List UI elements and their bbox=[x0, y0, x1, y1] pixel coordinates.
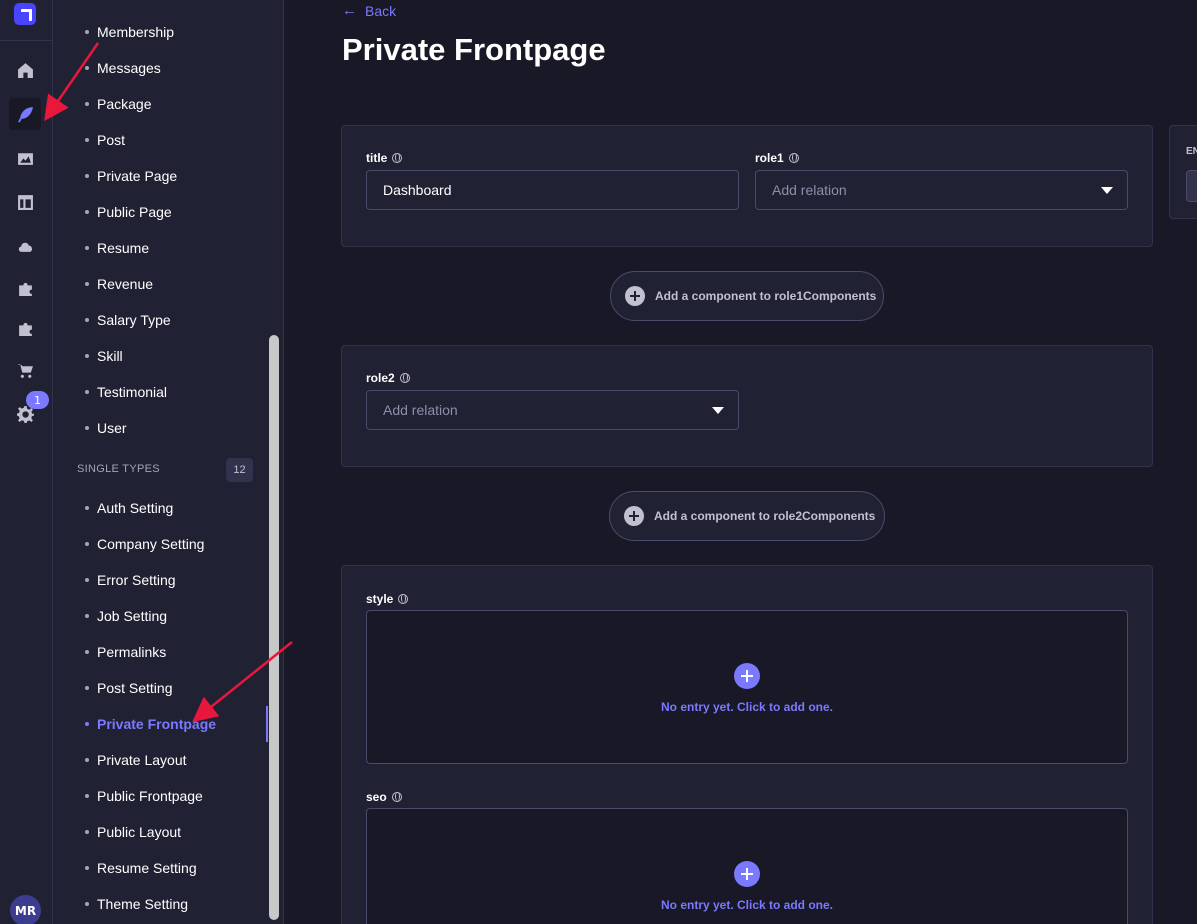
nav-item-resume-setting[interactable]: Resume Setting bbox=[85, 858, 197, 878]
nav-scrollbar[interactable] bbox=[269, 335, 279, 920]
content-type-nav: Membership Messages Package Post Private Pag… bbox=[53, 0, 284, 924]
arrow-left-icon: ← bbox=[342, 2, 357, 19]
locale-label: EN bbox=[1186, 146, 1197, 157]
add-entry-plus-icon[interactable] bbox=[734, 663, 760, 689]
nav-item-revenue[interactable]: Revenue bbox=[84, 274, 153, 294]
chevron-down-icon bbox=[1101, 187, 1113, 194]
nav-item-error-setting[interactable]: Error Setting bbox=[85, 570, 176, 590]
layout-builder-icon[interactable] bbox=[9, 186, 41, 218]
nav-item-company-setting[interactable]: Company Setting bbox=[84, 534, 204, 554]
home-icon[interactable] bbox=[9, 54, 41, 86]
seo-empty-component[interactable]: No entry yet. Click to add one. bbox=[366, 808, 1128, 924]
nav-item-theme-setting[interactable]: Theme Setting bbox=[84, 894, 188, 914]
globe-icon bbox=[399, 373, 410, 383]
style-empty-text: No entry yet. Click to add one. bbox=[660, 700, 834, 714]
nav-item-salary-type[interactable]: Salary Type bbox=[85, 310, 171, 330]
locale-select[interactable] bbox=[1186, 170, 1197, 202]
nav-item-package[interactable]: Package bbox=[84, 94, 151, 114]
globe-icon bbox=[788, 153, 799, 163]
main-nav-rail: 1 MR bbox=[0, 0, 53, 924]
role2-label-text: role2 bbox=[366, 371, 395, 385]
nav-item-resume[interactable]: Resume bbox=[84, 238, 149, 258]
nav-item-private-frontpage[interactable]: Private Frontpage bbox=[84, 714, 216, 734]
cart-icon[interactable] bbox=[9, 354, 41, 386]
nav-item-membership[interactable]: Membership bbox=[84, 22, 174, 42]
marketplace-puzzle-icon[interactable] bbox=[9, 312, 41, 344]
page-title: Private Frontpage bbox=[342, 32, 606, 67]
nav-item-post-setting[interactable]: Post Setting bbox=[85, 678, 173, 698]
style-empty-component[interactable]: No entry yet. Click to add one. bbox=[366, 610, 1128, 764]
nav-item-auth-setting[interactable]: Auth Setting bbox=[84, 498, 173, 518]
nav-item-private-page[interactable]: Private Page bbox=[84, 166, 177, 186]
add-role2-component-label: Add a component to role2Components bbox=[654, 509, 876, 523]
chevron-down-icon bbox=[712, 407, 724, 414]
rail-divider bbox=[0, 40, 53, 41]
role1-label-text: role1 bbox=[755, 151, 784, 165]
role1-field-label: role1 bbox=[755, 151, 799, 165]
nav-item-messages[interactable]: Messages bbox=[85, 58, 161, 78]
plugins-puzzle-icon[interactable] bbox=[9, 272, 41, 304]
globe-icon bbox=[398, 594, 409, 604]
add-entry-plus-icon[interactable] bbox=[734, 861, 760, 887]
seo-label-text: seo bbox=[366, 790, 387, 804]
nav-item-post[interactable]: Post bbox=[84, 130, 125, 150]
role2-placeholder: Add relation bbox=[383, 402, 458, 418]
single-types-count: 12 bbox=[226, 458, 253, 482]
nav-item-public-frontpage[interactable]: Public Frontpage bbox=[85, 786, 203, 806]
add-role2-component-button[interactable]: Add a component to role2Components bbox=[609, 491, 885, 541]
seo-field-label: seo bbox=[366, 790, 402, 804]
single-types-header[interactable]: SINGLE TYPES bbox=[77, 463, 160, 475]
nav-item-user[interactable]: User bbox=[85, 418, 127, 438]
main-fields-card: title Dashboard role1 Add relation bbox=[341, 125, 1153, 247]
notification-badge: 1 bbox=[26, 391, 49, 409]
globe-icon bbox=[391, 792, 402, 802]
cloud-icon[interactable] bbox=[9, 230, 41, 262]
plus-circle-icon bbox=[624, 506, 644, 526]
user-avatar[interactable]: MR bbox=[10, 895, 41, 924]
style-field-label: style bbox=[366, 592, 409, 606]
role1-placeholder: Add relation bbox=[772, 182, 847, 198]
content-manager-feather-icon[interactable] bbox=[9, 98, 41, 130]
app-logo[interactable] bbox=[14, 3, 36, 25]
role1-relation-select[interactable]: Add relation bbox=[755, 170, 1128, 210]
role2-relation-select[interactable]: Add relation bbox=[366, 390, 739, 430]
nav-item-testimonial[interactable]: Testimonial bbox=[84, 382, 167, 402]
active-item-marker bbox=[266, 706, 268, 742]
nav-item-skill[interactable]: Skill bbox=[85, 346, 123, 366]
components-card: style No entry yet. Click to add one. se… bbox=[341, 565, 1153, 924]
back-link[interactable]: ← Back bbox=[342, 2, 396, 19]
add-role1-component-label: Add a component to role1Components bbox=[655, 289, 877, 303]
nav-item-public-layout[interactable]: Public Layout bbox=[84, 822, 181, 842]
role2-card: role2 Add relation bbox=[341, 345, 1153, 467]
title-label-text: title bbox=[366, 151, 388, 165]
style-label-text: style bbox=[366, 592, 394, 606]
globe-icon bbox=[392, 153, 403, 163]
role2-field-label: role2 bbox=[366, 371, 410, 385]
media-library-icon[interactable] bbox=[9, 142, 41, 174]
plus-circle-icon bbox=[625, 286, 645, 306]
nav-item-permalinks[interactable]: Permalinks bbox=[84, 642, 166, 662]
add-role1-component-button[interactable]: Add a component to role1Components bbox=[610, 271, 884, 321]
seo-empty-text: No entry yet. Click to add one. bbox=[660, 898, 834, 912]
title-field-label: title bbox=[366, 151, 403, 165]
nav-item-public-page[interactable]: Public Page bbox=[85, 202, 172, 222]
nav-item-private-layout[interactable]: Private Layout bbox=[85, 750, 187, 770]
locale-panel: EN bbox=[1169, 125, 1197, 219]
title-input[interactable]: Dashboard bbox=[366, 170, 739, 210]
back-label: Back bbox=[365, 2, 397, 19]
nav-item-job-setting[interactable]: Job Setting bbox=[84, 606, 167, 626]
